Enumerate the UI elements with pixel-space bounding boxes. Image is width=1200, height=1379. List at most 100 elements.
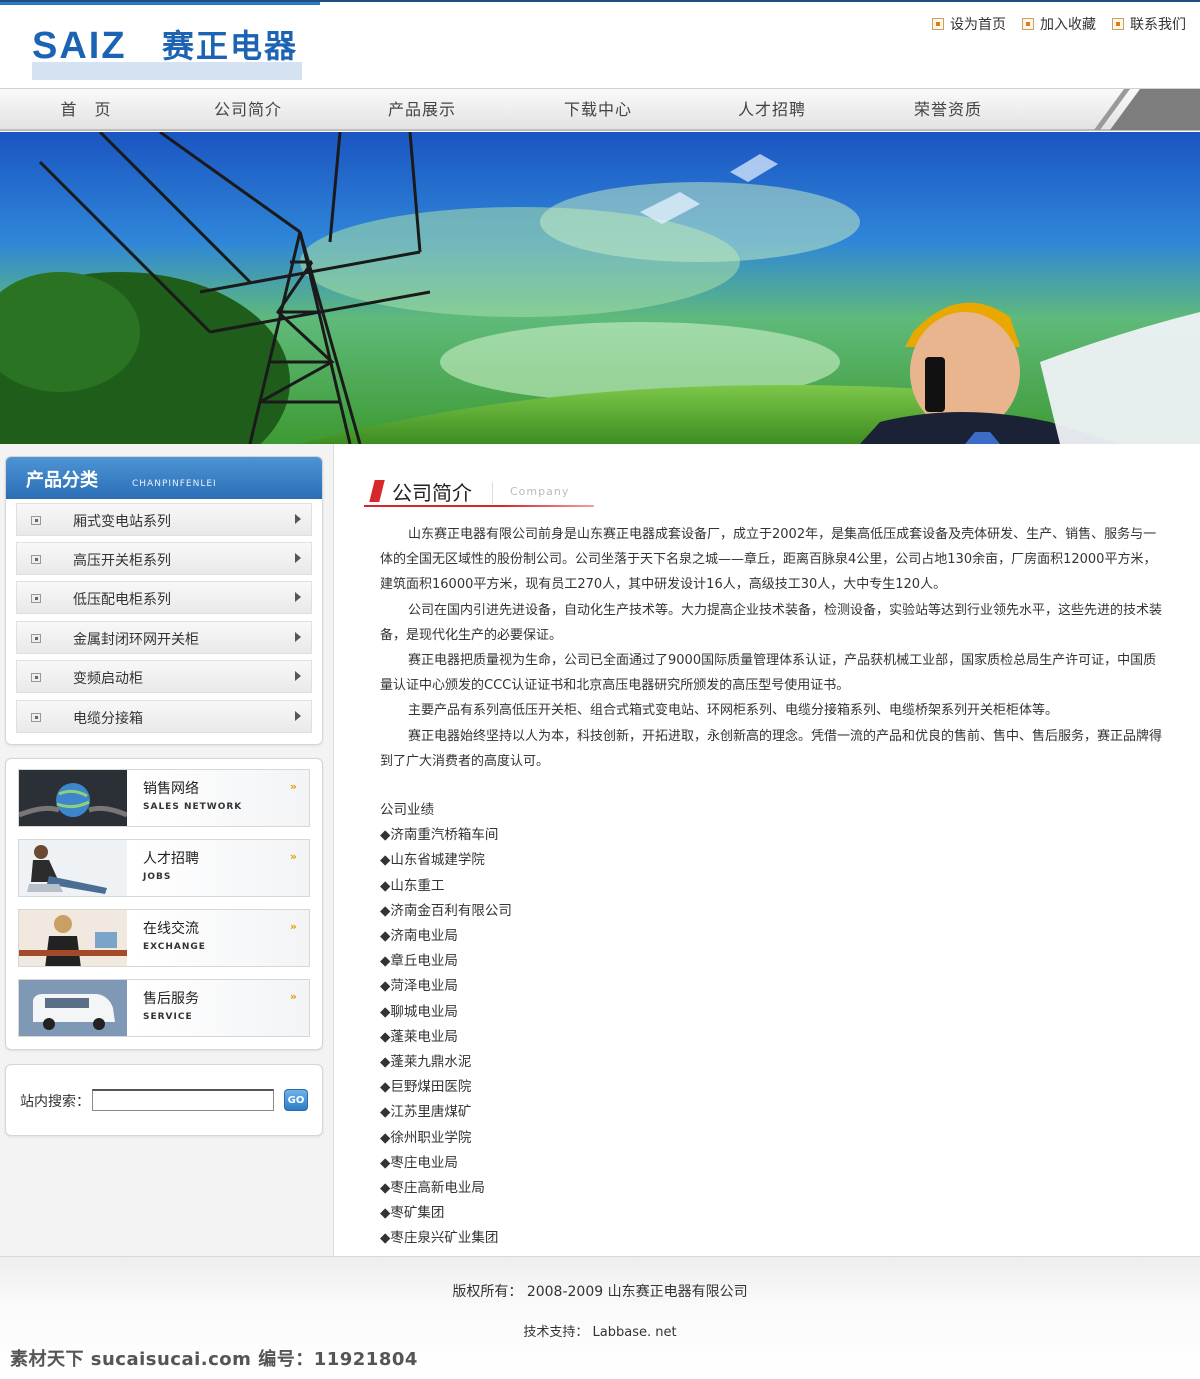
top-link-label: 加入收藏 [1040, 17, 1096, 33]
nav-products[interactable]: 产品展示 [364, 89, 480, 130]
service-subtitle: SALES NETWORK [143, 802, 243, 812]
service-after-sales[interactable]: 售后服务 SERVICE » [18, 979, 310, 1037]
double-chevron-icon: » [289, 990, 297, 1003]
service-subtitle: EXCHANGE [143, 942, 206, 952]
list-item: ◆枣庄电业局 [380, 1154, 458, 1171]
intro-paragraph: 赛正电器始终坚持以人为本，科技创新，开拓进取，永创新高的理念。凭借一流的产品和优… [380, 728, 1163, 769]
category-item[interactable]: 高压开关柜系列 [16, 542, 312, 575]
category-label: 变频启动柜 [73, 671, 143, 687]
chat-icon [19, 910, 127, 966]
list-item: ◆蓬莱九鼎水泥 [380, 1054, 472, 1071]
section-divider [492, 482, 493, 504]
copyright-text: 版权所有： 2008-2009 山东赛正电器有限公司 [452, 1284, 748, 1300]
bullet-icon [31, 516, 41, 525]
main-nav: 首 页 公司简介 产品展示 下载中心 人才招聘 荣誉资质 [0, 88, 1200, 131]
list-item: ◆枣矿集团 [380, 1205, 445, 1222]
service-title: 在线交流 [143, 921, 199, 937]
service-exchange[interactable]: 在线交流 EXCHANGE » [18, 909, 310, 967]
product-categories-box: 产品分类 CHANPINFENLEI 厢式变电站系列 高压开关柜系列 低压配电柜… [5, 456, 323, 745]
list-item: ◆徐州职业学院 [380, 1129, 472, 1146]
category-label: 金属封闭环网开关柜 [73, 632, 199, 648]
service-title: 人才招聘 [143, 851, 199, 867]
categories-header: 产品分类 CHANPINFENLEI [6, 457, 322, 499]
hero-banner [0, 132, 1200, 444]
list-item: ◆菏泽电业局 [380, 978, 458, 995]
tech-support-text: 技术支持： Labbase. net [523, 1325, 677, 1340]
double-chevron-icon: » [289, 780, 297, 793]
favorite-icon [1022, 18, 1034, 30]
list-item: ◆枣庄泉兴矿业集团 [380, 1230, 499, 1247]
list-item: ◆济南电业局 [380, 928, 458, 945]
left-sidebar: 产品分类 CHANPINFENLEI 厢式变电站系列 高压开关柜系列 低压配电柜… [0, 444, 334, 1256]
list-item: ◆济南金百利有限公司 [380, 902, 512, 919]
section-subtitle: Company [510, 485, 570, 498]
site-search-box: 站内搜索： GO [5, 1064, 323, 1136]
arrow-right-icon [295, 553, 301, 563]
categories-subtitle: CHANPINFENLEI [132, 479, 217, 489]
list-item: ◆巨野煤田医院 [380, 1079, 472, 1096]
footer: 版权所有： 2008-2009 山东赛正电器有限公司 技术支持： Labbase… [0, 1256, 1200, 1379]
search-input[interactable] [92, 1089, 274, 1111]
section-title: 公司简介 [392, 481, 472, 505]
service-jobs[interactable]: 人才招聘 JOBS » [18, 839, 310, 897]
contact-us-link[interactable]: 联系我们 [1112, 14, 1186, 34]
logo[interactable]: SAIZ 赛正电器 [32, 24, 312, 84]
contact-icon [1112, 18, 1124, 30]
set-homepage-link[interactable]: 设为首页 [932, 14, 1006, 34]
bullet-icon [31, 634, 41, 643]
intro-paragraph: 赛正电器把质量视为生命，公司已全面通过了9000国际质量管理体系认证，产品获机械… [380, 653, 1157, 694]
categories-title: 产品分类 [26, 470, 98, 491]
category-label: 电缆分接箱 [73, 711, 143, 727]
list-item: ◆章丘电业局 [380, 953, 458, 970]
category-item[interactable]: 厢式变电站系列 [16, 503, 312, 536]
nav-decoration [1094, 89, 1200, 130]
category-label: 低压配电柜系列 [73, 592, 171, 608]
arrow-right-icon [295, 711, 301, 721]
service-sales-network[interactable]: 销售网络 SALES NETWORK » [18, 769, 310, 827]
top-link-label: 设为首页 [950, 17, 1006, 33]
nav-jobs[interactable]: 人才招聘 [714, 89, 830, 130]
top-stripe [0, 2, 320, 5]
service-title: 售后服务 [143, 991, 199, 1007]
list-item: ◆山东省城建学院 [380, 852, 485, 869]
intro-paragraph: 山东赛正电器有限公司前身是山东赛正电器成套设备厂，成立于2002年，是集高低压成… [380, 527, 1157, 593]
category-item[interactable]: 低压配电柜系列 [16, 581, 312, 614]
arrow-right-icon [295, 514, 301, 524]
arrow-right-icon [295, 671, 301, 681]
bullet-icon [31, 555, 41, 564]
performance-list: 公司业绩 ◆济南重汽桥箱车间 ◆山东省城建学院 ◆山东重工 ◆济南金百利有限公司… [380, 798, 512, 1252]
bullet-icon [31, 713, 41, 722]
list-item: ◆枣庄高新电业局 [380, 1180, 485, 1197]
logo-reflection [32, 62, 302, 80]
arrow-right-icon [295, 632, 301, 642]
nav-about[interactable]: 公司简介 [190, 89, 306, 130]
category-item[interactable]: 变频启动柜 [16, 660, 312, 693]
main-content: 公司简介 Company 山东赛正电器有限公司前身是山东赛正电器成套设备厂，成立… [334, 444, 1200, 1256]
nav-honors[interactable]: 荣誉资质 [890, 89, 1006, 130]
performance-heading: 公司业绩 [380, 802, 434, 818]
person-icon [19, 840, 127, 896]
nav-home[interactable]: 首 页 [30, 89, 142, 130]
list-item: ◆济南重汽桥箱车间 [380, 827, 499, 844]
bullet-icon [31, 594, 41, 603]
top-link-label: 联系我们 [1130, 17, 1186, 33]
intro-paragraph: 主要产品有系列高低压开关柜、组合式箱式变电站、环网柜系列、电缆分接箱系列、电缆桥… [408, 703, 1059, 719]
bullet-icon [31, 673, 41, 682]
category-item[interactable]: 金属封闭环网开关柜 [16, 621, 312, 654]
van-icon [19, 980, 127, 1036]
category-item[interactable]: 电缆分接箱 [16, 700, 312, 733]
search-go-button[interactable]: GO [284, 1089, 308, 1111]
header: SAIZ 赛正电器 设为首页 加入收藏 联系我们 [0, 0, 1200, 88]
nav-downloads[interactable]: 下载中心 [540, 89, 656, 130]
service-title: 销售网络 [143, 781, 199, 797]
company-intro-text: 山东赛正电器有限公司前身是山东赛正电器成套设备厂，成立于2002年，是集高低压成… [380, 522, 1166, 774]
double-chevron-icon: » [289, 920, 297, 933]
services-box: 销售网络 SALES NETWORK » 人才招聘 JOBS » 在线交流 EX… [5, 758, 323, 1050]
service-subtitle: SERVICE [143, 1012, 193, 1022]
list-item: ◆江苏里唐煤矿 [380, 1104, 472, 1121]
list-item: ◆山东重工 [380, 877, 445, 894]
category-label: 高压开关柜系列 [73, 553, 171, 569]
hero-image [0, 132, 1200, 444]
add-favorite-link[interactable]: 加入收藏 [1022, 14, 1096, 34]
intro-paragraph: 公司在国内引进先进设备，自动化生产技术等。大力提高企业技术装备，检测设备，实验站… [380, 602, 1163, 643]
